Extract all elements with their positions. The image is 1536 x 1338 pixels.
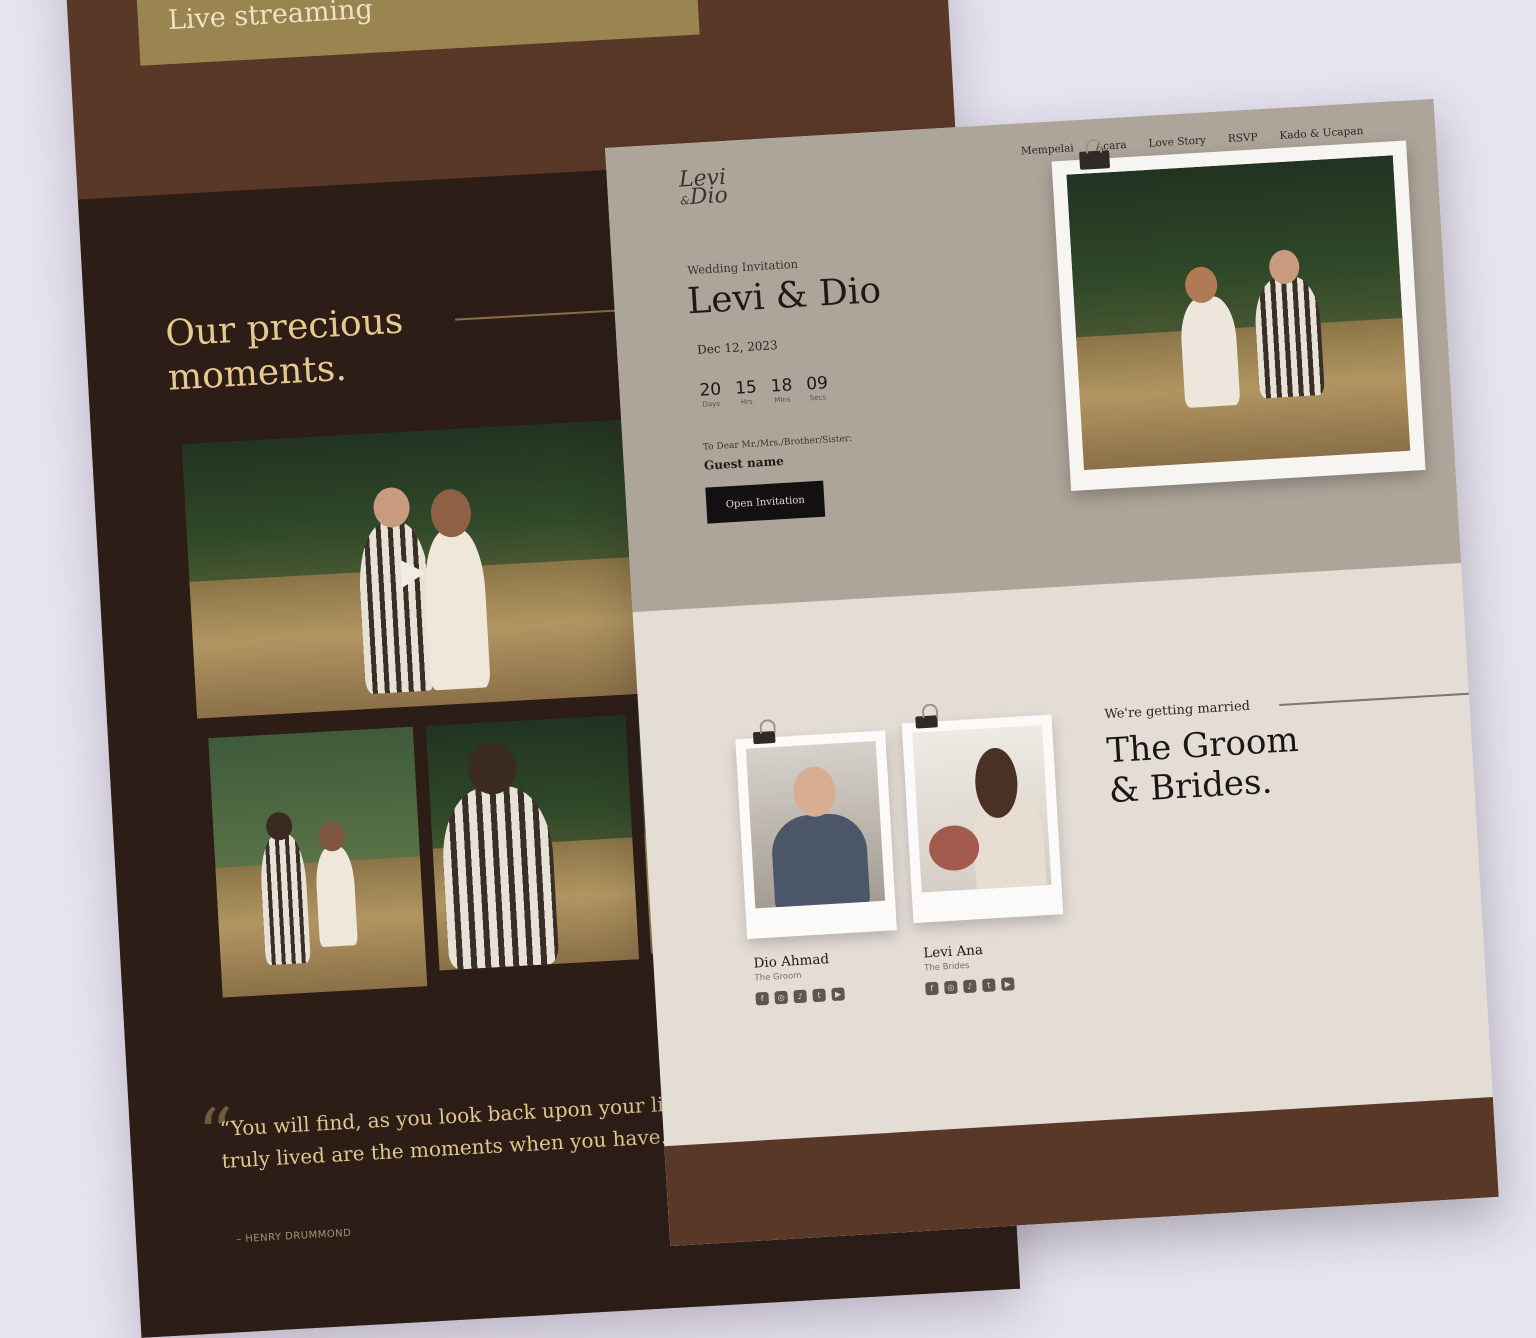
groom-socials: f ◎ ♪ t ▶ — [755, 987, 845, 1006]
groom-polaroid — [735, 730, 897, 939]
countdown-value: 15 — [734, 377, 758, 399]
footer-band — [664, 1097, 1499, 1247]
bride-photo — [912, 725, 1052, 893]
countdown-days: 20 Days — [699, 380, 722, 409]
bride-role: The Brides — [923, 960, 970, 974]
countdown-value: 20 — [698, 379, 722, 401]
tiktok-icon[interactable]: ♪ — [962, 979, 977, 994]
instagram-icon[interactable]: ◎ — [944, 980, 958, 995]
youtube-icon[interactable]: ▶ — [831, 987, 845, 1002]
front-page-preview: Levi &Dio Mempelai Acara Love Story RSVP… — [605, 98, 1499, 1247]
tiktok-icon[interactable]: ♪ — [793, 989, 808, 1004]
gallery-photo[interactable] — [208, 726, 428, 998]
live-streaming-label: Live streaming — [167, 0, 374, 37]
gallery-photo[interactable] — [425, 714, 640, 971]
hero-polaroid — [1051, 140, 1426, 491]
twitter-icon[interactable]: t — [981, 978, 996, 993]
countdown-label: Hrs — [740, 397, 753, 407]
hero-section: Levi &Dio Mempelai Acara Love Story RSVP… — [605, 98, 1462, 613]
guest-name: Guest name — [703, 453, 785, 473]
groom-photo — [745, 740, 886, 909]
nav-item-kado-ucapan[interactable]: Kado & Ucapan — [1279, 125, 1363, 142]
logo-line2: Dio — [689, 182, 729, 211]
wedding-date: Dec 12, 2023 — [696, 338, 779, 357]
binder-clip-icon — [1079, 150, 1111, 170]
groom-name: Dio Ahmad — [753, 951, 830, 972]
facebook-icon[interactable]: f — [755, 991, 770, 1006]
open-invitation-button[interactable]: Open Invitation — [705, 480, 826, 524]
live-streaming-banner[interactable]: Live streaming — [133, 0, 700, 66]
groom-brides-title: The Groom & Brides. — [1105, 720, 1302, 811]
binder-clip-icon — [752, 730, 776, 745]
binder-clip-icon — [915, 715, 938, 729]
getting-married-label: We're getting married — [1104, 698, 1251, 723]
section-divider — [1279, 692, 1469, 706]
play-icon[interactable] — [400, 558, 427, 589]
groom-role: The Groom — [754, 970, 802, 984]
to-dear-label: To Dear Mr./Mrs./Brother/Sister: — [702, 433, 853, 453]
couple-names: Levi & Dio — [686, 269, 883, 323]
countdown-label: Mins — [774, 395, 791, 405]
twitter-icon[interactable]: t — [812, 988, 827, 1003]
countdown-minutes: 18 Mins — [770, 375, 793, 404]
invitation-subtitle: Wedding Invitation — [686, 256, 799, 278]
countdown-value: 18 — [770, 375, 793, 397]
instagram-icon[interactable]: ◎ — [774, 990, 789, 1005]
nav-item-love-story[interactable]: Love Story — [1148, 134, 1206, 149]
moments-title: Our precious moments. — [164, 300, 406, 401]
countdown-hours: 15 Hrs — [735, 377, 758, 406]
hero-photo — [1066, 155, 1411, 471]
youtube-icon[interactable]: ▶ — [1000, 977, 1015, 991]
countdown-label: Secs — [809, 393, 827, 403]
bride-polaroid — [901, 714, 1064, 924]
video-thumbnail[interactable] — [181, 418, 647, 719]
nav-item-mempelai[interactable]: Mempelai — [1021, 142, 1074, 157]
countdown-label: Days — [702, 399, 721, 409]
nav-item-rsvp[interactable]: RSVP — [1228, 131, 1258, 145]
facebook-icon[interactable]: f — [925, 981, 939, 996]
bride-socials: f ◎ ♪ t ▶ — [925, 977, 1015, 996]
quote-author: – HENRY DRUMMOND — [235, 1227, 352, 1246]
bride-name: Levi Ana — [922, 942, 984, 962]
countdown: 20 Days 15 Hrs 18 Mins 09 Secs — [699, 373, 829, 409]
countdown-seconds: 09 Secs — [806, 373, 829, 402]
countdown-value: 09 — [805, 373, 829, 395]
logo[interactable]: Levi &Dio — [678, 165, 729, 211]
